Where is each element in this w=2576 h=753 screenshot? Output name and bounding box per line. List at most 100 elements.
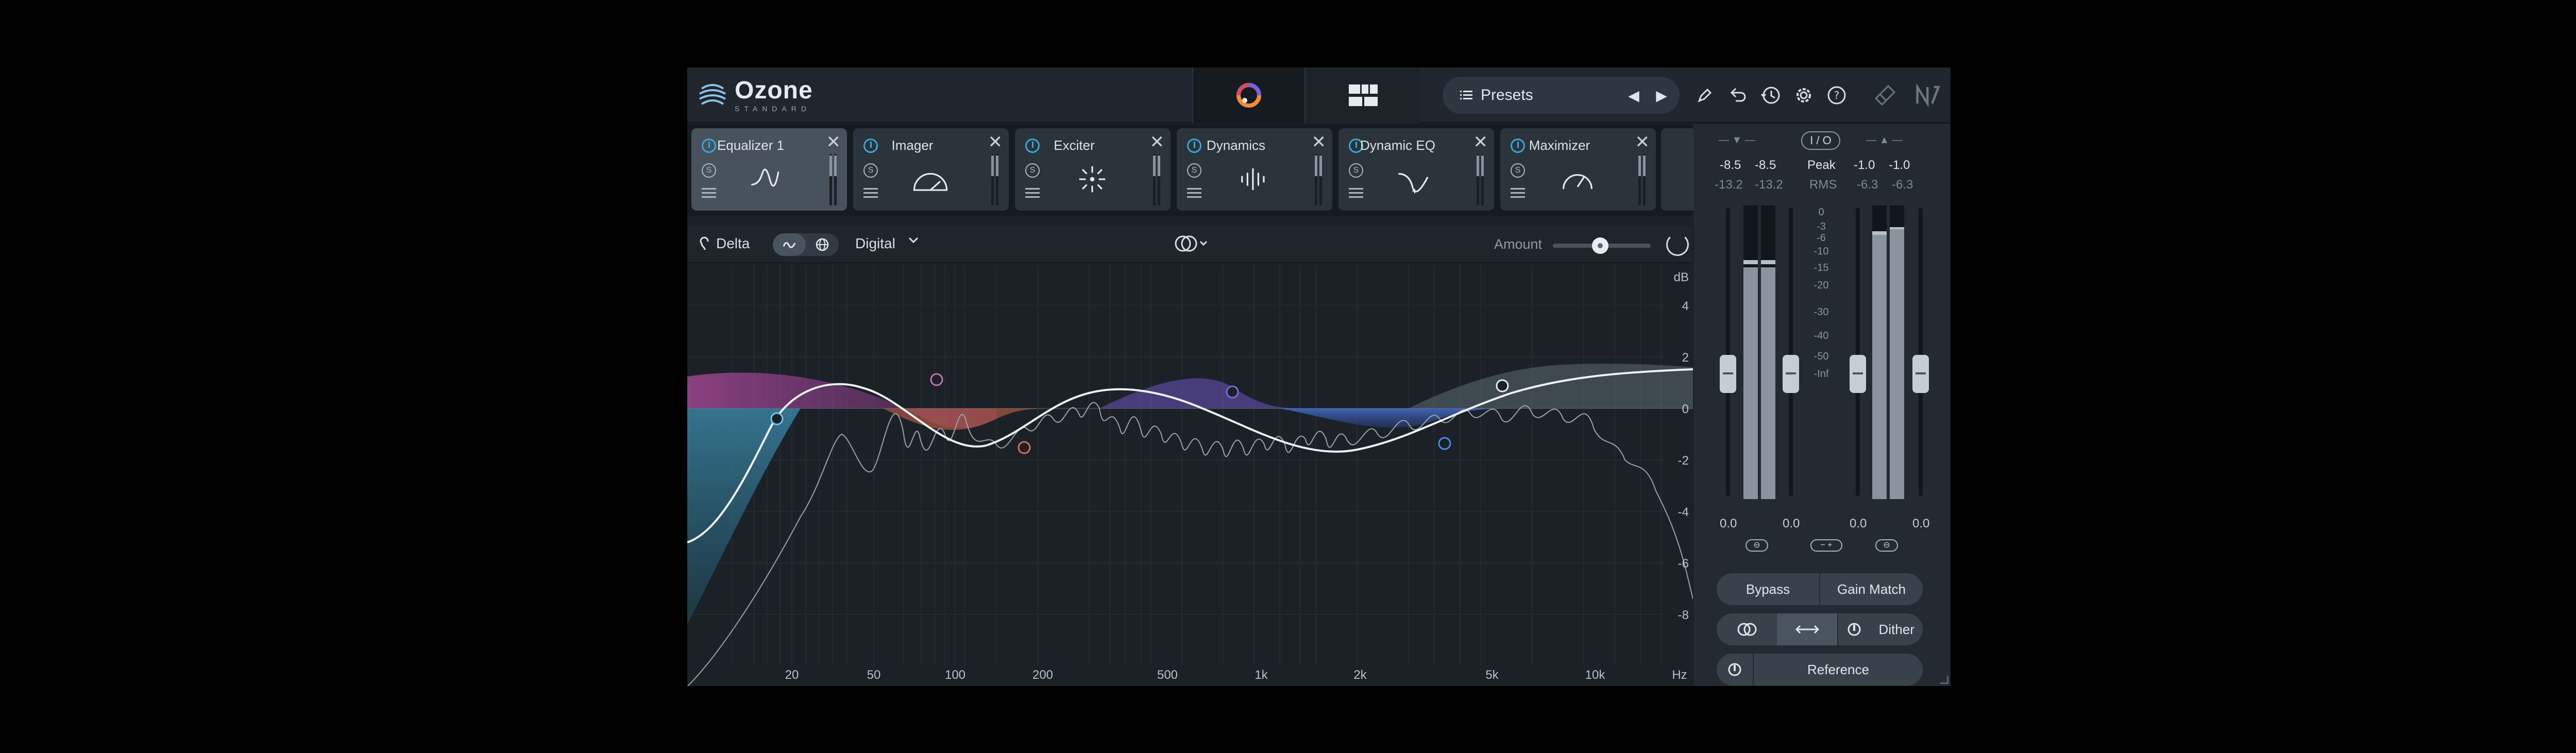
io-toggle[interactable]: I / O: [1801, 131, 1840, 150]
module-name: Maximizer: [1529, 138, 1590, 153]
output-fader-track-left[interactable]: [1856, 208, 1860, 496]
amount-slider-thumb[interactable]: [1592, 237, 1608, 254]
reference-button[interactable]: Reference: [1754, 654, 1923, 686]
curve-view-button[interactable]: [773, 233, 806, 256]
undo-icon[interactable]: [1725, 81, 1751, 110]
module-chain: Equalizer 1 ✕ S Imager ✕ S Exciter ✕ S Dynamics ✕ S…: [687, 124, 1697, 216]
close-icon[interactable]: ✕: [1473, 133, 1488, 151]
y-axis-unit: dB: [1673, 270, 1689, 284]
close-icon[interactable]: ✕: [1635, 133, 1650, 151]
x-tick: 200: [1032, 668, 1054, 682]
x-tick: 500: [1157, 668, 1178, 682]
close-icon[interactable]: ✕: [826, 133, 841, 151]
output-fader-right[interactable]: [1912, 355, 1929, 393]
solo-button[interactable]: S: [702, 163, 716, 178]
module-menu-icon[interactable]: [1187, 188, 1201, 198]
meter-scale-tick: -10: [1814, 246, 1829, 257]
output-rms-right: -6.3: [1892, 178, 1913, 192]
module-menu-icon[interactable]: [1349, 188, 1363, 198]
preset-prev-button[interactable]: ◀: [1620, 87, 1648, 104]
module-grid-icon: [1349, 84, 1378, 106]
close-icon[interactable]: ✕: [1312, 133, 1327, 151]
meter-scale-tick: -20: [1814, 280, 1829, 291]
resize-handle[interactable]: [1940, 676, 1948, 684]
preset-next-button[interactable]: ▶: [1648, 87, 1675, 104]
eq-graph-canvas[interactable]: [687, 264, 1693, 686]
module-card[interactable]: Dynamics ✕ S: [1177, 128, 1332, 211]
output-fader-track-right[interactable]: [1919, 208, 1923, 496]
pencil-icon[interactable]: [1692, 81, 1718, 110]
input-fader-track-left[interactable]: [1726, 208, 1730, 496]
solo-button[interactable]: S: [1349, 163, 1363, 178]
output-fader-left[interactable]: [1850, 355, 1866, 393]
x-tick: 2k: [1353, 668, 1367, 682]
module-menu-icon[interactable]: [1511, 188, 1525, 198]
output-peak-right: -1.0: [1889, 158, 1910, 172]
module-card[interactable]: Imager ✕ S: [853, 128, 1009, 211]
solo-button[interactable]: S: [1511, 163, 1525, 178]
output-link-icon[interactable]: ⊖: [1875, 539, 1898, 552]
module-card[interactable]: Exciter ✕ S: [1015, 128, 1171, 211]
close-icon[interactable]: ✕: [1150, 133, 1165, 151]
module-name: Exciter: [1054, 138, 1095, 153]
ni-logo-icon: [1916, 81, 1941, 110]
swap-channels-button[interactable]: [1777, 613, 1838, 645]
rms-label: RMS: [1809, 178, 1837, 192]
globe-view-button[interactable]: [806, 233, 839, 256]
eq-mode-select[interactable]: Digital: [855, 235, 895, 252]
mono-button[interactable]: [1717, 613, 1777, 645]
module-card[interactable]: Maximizer ✕ S: [1500, 128, 1656, 211]
solo-button[interactable]: S: [1187, 163, 1201, 178]
module-meter: [829, 154, 837, 206]
dither-button[interactable]: Dither: [1838, 613, 1923, 645]
history-icon[interactable]: [1758, 81, 1784, 110]
output-peak-left: -1.0: [1854, 158, 1875, 172]
solo-button[interactable]: S: [863, 163, 878, 178]
visualizer-button[interactable]: [1192, 67, 1306, 123]
y-tick: -8: [1677, 608, 1689, 622]
input-link-icon[interactable]: ⊖: [1745, 539, 1768, 552]
plugin-link-icon[interactable]: [1872, 81, 1898, 110]
input-fader-left[interactable]: [1720, 355, 1736, 393]
meter-scale-tick: -3: [1817, 221, 1826, 232]
y-tick: -2: [1677, 454, 1689, 468]
module-menu-icon[interactable]: [702, 188, 716, 198]
help-icon[interactable]: ?: [1824, 81, 1850, 110]
input-peak-hold-icon: — ▼ —: [1719, 134, 1755, 146]
input-meter-left: [1743, 206, 1758, 499]
output-gain-left: 0.0: [1850, 517, 1867, 530]
close-icon[interactable]: ✕: [988, 133, 1003, 151]
input-fader-right[interactable]: [1783, 355, 1799, 393]
dither-label: Dither: [1878, 621, 1914, 637]
bypass-button[interactable]: Bypass: [1717, 573, 1819, 605]
module-card[interactable]: Dynamic EQ ✕ S: [1338, 128, 1494, 211]
gain-match-button[interactable]: Gain Match: [1820, 573, 1923, 605]
module-menu-icon[interactable]: [863, 188, 878, 198]
stereo-mode-button[interactable]: [1174, 234, 1210, 256]
meter-scale-tick: -50: [1814, 351, 1829, 362]
eq-graph[interactable]: dB 4 2 0 -2 -4 -6 -8 20 50 100 200 500 1…: [687, 264, 1693, 686]
input-fader-track-right[interactable]: [1789, 208, 1793, 496]
solo-button[interactable]: S: [1025, 163, 1040, 178]
module-card-partial[interactable]: [1661, 128, 1697, 211]
gear-icon[interactable]: [1791, 81, 1817, 110]
module-grid-button[interactable]: [1307, 67, 1420, 123]
reference-power-button[interactable]: [1717, 654, 1753, 686]
band-upper-mid-fill: [1099, 378, 1306, 408]
eq-view-toggle[interactable]: [773, 233, 839, 256]
chevron-down-icon[interactable]: [908, 233, 919, 249]
module-name: Dynamic EQ: [1360, 138, 1435, 153]
reset-icon[interactable]: [1666, 233, 1689, 256]
module-name: Equalizer 1: [717, 138, 785, 153]
delta-button[interactable]: Delta: [700, 235, 750, 252]
input-meter-right: [1761, 206, 1775, 499]
meter-zoom-icon[interactable]: − +: [1810, 539, 1842, 552]
maximizer-gauge-icon: [1563, 174, 1592, 189]
logo-title: Ozone: [735, 77, 813, 104]
imager-arc-icon: [913, 173, 948, 191]
module-card[interactable]: Equalizer 1 ✕ S: [691, 128, 847, 211]
presets-bar[interactable]: Presets ◀ ▶: [1443, 77, 1680, 114]
ozone-logo-icon: [699, 84, 726, 105]
amount-label: Amount: [1494, 236, 1543, 252]
module-menu-icon[interactable]: [1025, 188, 1040, 198]
